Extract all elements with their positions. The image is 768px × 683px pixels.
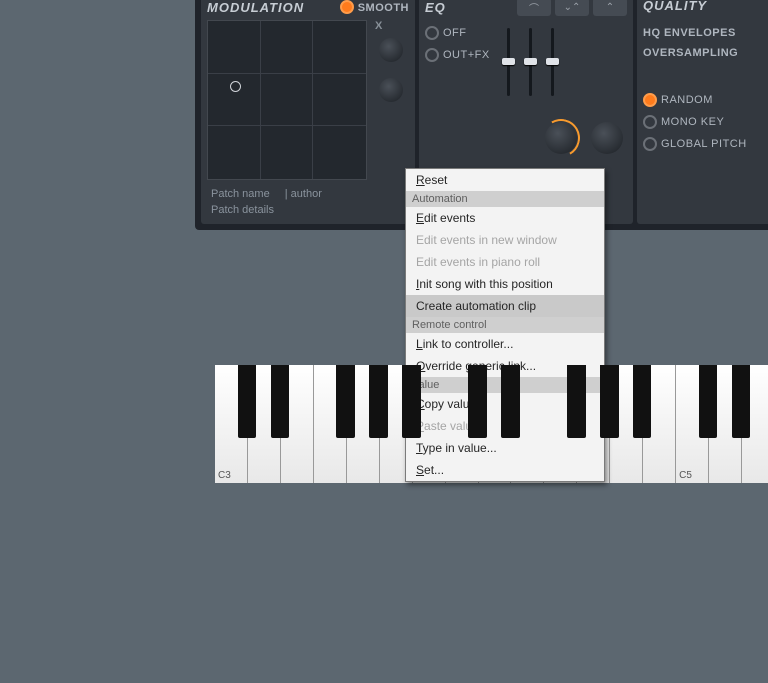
hq-env-label[interactable]: HQ ENVELOPES — [643, 27, 768, 39]
eq-freq-knob[interactable] — [545, 122, 577, 154]
mod-y-knob[interactable] — [379, 78, 403, 102]
globalpitch-label: GLOBAL PITCH — [661, 138, 747, 150]
menu-create-automation-clip[interactable]: Create automation clip — [406, 295, 604, 317]
menu-init-song[interactable]: Init song with this position — [406, 273, 604, 295]
octave-label-c3: C3 — [218, 470, 231, 481]
eq-slider[interactable] — [499, 28, 517, 96]
axis-x-label: X — [375, 20, 407, 32]
patch-details-field[interactable]: Patch details — [207, 202, 409, 218]
smooth-label: SMOOTH — [358, 2, 409, 14]
modulation-xy-pad[interactable] — [207, 20, 367, 180]
menu-edit-events-new: Edit events in new window — [406, 229, 604, 251]
smooth-radio[interactable] — [340, 0, 354, 14]
xy-cursor-icon — [230, 81, 241, 92]
monokey-label: MONO KEY — [661, 116, 724, 128]
eq-shape-button[interactable]: ⌃ — [593, 0, 627, 16]
modulation-heading: Modulation — [207, 0, 304, 15]
quality-panel: Quality HQ ENVELOPES OVERSAMPLING RANDOM… — [637, 0, 768, 224]
mod-x-knob[interactable] — [379, 38, 403, 62]
eq-res-knob[interactable] — [591, 122, 623, 154]
menu-link-controller[interactable]: Link to controller... — [406, 333, 604, 355]
eq-heading: EQ — [425, 0, 446, 15]
eq-shape-button[interactable]: ⌄⌃ — [555, 0, 589, 16]
menu-header-remote: Remote control — [406, 317, 604, 333]
menu-edit-events-piano: Edit events in piano roll — [406, 251, 604, 273]
globalpitch-radio[interactable] — [643, 137, 657, 151]
eq-slider[interactable] — [543, 28, 561, 96]
oversampling-label[interactable]: OVERSAMPLING — [643, 47, 768, 59]
eq-outfx-radio[interactable] — [425, 48, 439, 62]
octave-label-c5: C5 — [679, 470, 692, 481]
patch-author-sep: | author — [285, 188, 322, 200]
modulation-panel: Modulation SMOOTH X Patch name — [201, 0, 415, 224]
menu-set[interactable]: Set... — [406, 459, 604, 481]
eq-off-radio[interactable] — [425, 26, 439, 40]
eq-shape-button[interactable]: ⌒ — [517, 0, 551, 16]
patch-name-field[interactable]: Patch name — [211, 188, 270, 200]
eq-off-label: OFF — [443, 27, 467, 39]
quality-heading: Quality — [643, 0, 768, 13]
random-radio[interactable] — [643, 93, 657, 107]
menu-reset[interactable]: Reset — [406, 169, 604, 191]
menu-edit-events[interactable]: Edit events — [406, 207, 604, 229]
eq-slider[interactable] — [521, 28, 539, 96]
menu-type-in-value[interactable]: Type in value... — [406, 437, 604, 459]
menu-header-automation: Automation — [406, 191, 604, 207]
random-label: RANDOM — [661, 94, 713, 106]
monokey-radio[interactable] — [643, 115, 657, 129]
eq-outfx-label: OUT+FX — [443, 49, 490, 61]
